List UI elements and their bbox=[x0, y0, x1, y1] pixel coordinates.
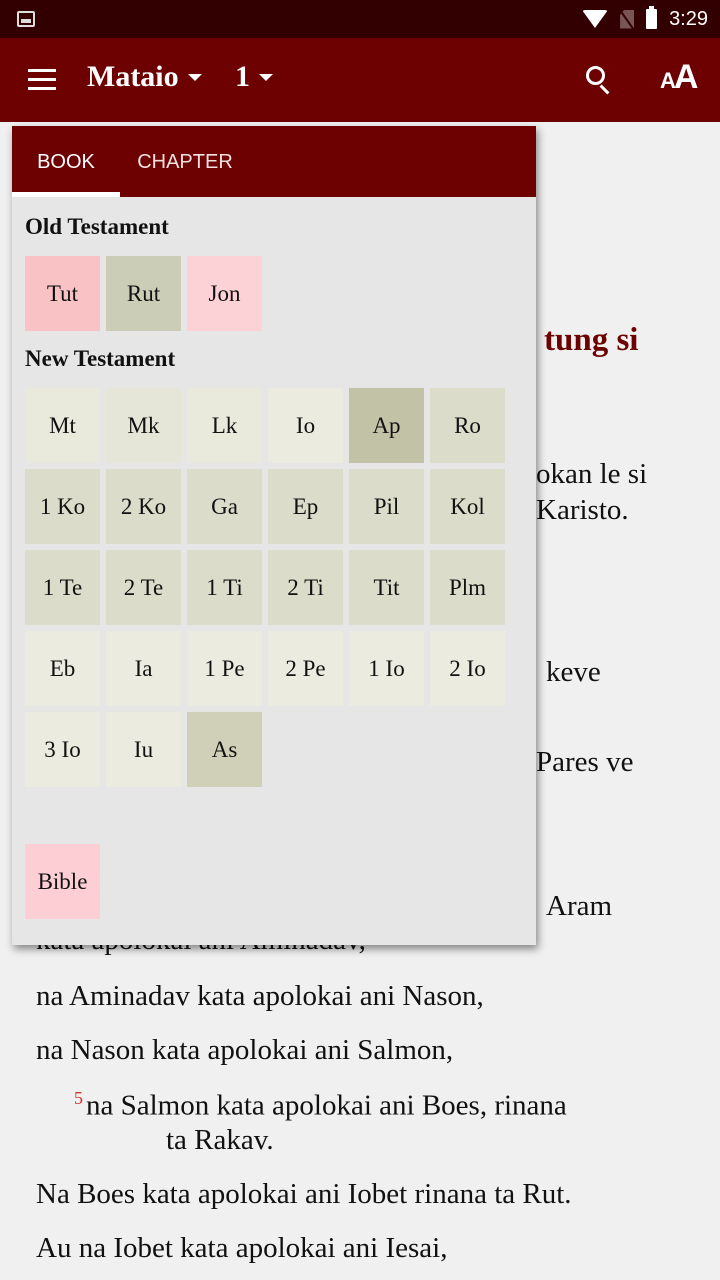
book-button-as[interactable]: As bbox=[187, 712, 262, 787]
text-fragment: Pares ve bbox=[536, 746, 634, 778]
new-testament-title: New Testament bbox=[25, 346, 176, 371]
book-button-mk[interactable]: Mk bbox=[106, 388, 181, 463]
book-button-2-pe[interactable]: 2 Pe bbox=[268, 631, 343, 706]
verse-5: 5 na Salmon kata apolokai ani Boes, rinan… bbox=[74, 1088, 567, 1122]
section-heading: tung si bbox=[544, 322, 639, 358]
clock: 3:29 bbox=[669, 7, 708, 30]
book-button-jon[interactable]: Jon bbox=[187, 256, 262, 331]
search-icon[interactable] bbox=[586, 66, 614, 95]
tab-chapter[interactable]: CHAPTER bbox=[120, 126, 250, 197]
book-button-pil[interactable]: Pil bbox=[349, 469, 424, 544]
book-button-ep[interactable]: Ep bbox=[268, 469, 343, 544]
book-button-ga[interactable]: Ga bbox=[187, 469, 262, 544]
text-fragment: okan le si bbox=[536, 458, 648, 490]
chapter-selector[interactable]: 1 bbox=[235, 60, 273, 94]
chapter-number: 1 bbox=[235, 60, 250, 93]
book-button-2-ti[interactable]: 2 Ti bbox=[268, 550, 343, 625]
book-button-io[interactable]: Io bbox=[268, 388, 343, 463]
text-line: Au na Iobet kata apolokai ani Iesai, bbox=[36, 1232, 448, 1264]
book-button-iu[interactable]: Iu bbox=[106, 712, 181, 787]
tab-bar: BOOK CHAPTER bbox=[12, 126, 536, 197]
book-button-ia[interactable]: Ia bbox=[106, 631, 181, 706]
caret-down-icon bbox=[259, 73, 273, 81]
book-button-1-ti[interactable]: 1 Ti bbox=[187, 550, 262, 625]
text-line: na Nason kata apolokai ani Salmon, bbox=[36, 1034, 454, 1066]
book-button-bible[interactable]: Bible bbox=[25, 844, 100, 919]
book-button-1-io[interactable]: 1 Io bbox=[349, 631, 424, 706]
status-bar: 3:29 bbox=[0, 0, 720, 38]
text-fragment: Karisto. bbox=[536, 494, 629, 526]
status-icons: 3:29 bbox=[582, 0, 708, 38]
text-size-icon[interactable]: AA bbox=[660, 58, 698, 97]
book-button-1-pe[interactable]: 1 Pe bbox=[187, 631, 262, 706]
book-button-rut[interactable]: Rut bbox=[106, 256, 181, 331]
book-button-eb[interactable]: Eb bbox=[25, 631, 100, 706]
book-chooser-popup: BOOK CHAPTER Old Testament New Testament… bbox=[12, 126, 536, 945]
book-button-2-ko[interactable]: 2 Ko bbox=[106, 469, 181, 544]
book-button-tut[interactable]: Tut bbox=[25, 256, 100, 331]
text-line: Na Boes kata apolokai ani Iobet rinana t… bbox=[36, 1178, 572, 1210]
book-name: Mataio bbox=[87, 60, 179, 93]
active-tab-indicator bbox=[12, 192, 120, 197]
no-sim-icon bbox=[620, 9, 635, 29]
book-button-ap[interactable]: Ap bbox=[349, 388, 424, 463]
book-button-1-ko[interactable]: 1 Ko bbox=[25, 469, 100, 544]
text-line: ta Rakav. bbox=[166, 1124, 274, 1156]
caret-down-icon bbox=[187, 73, 202, 81]
verse-number: 5 bbox=[74, 1088, 83, 1108]
old-testament-title: Old Testament bbox=[25, 214, 169, 239]
book-button-kol[interactable]: Kol bbox=[430, 469, 505, 544]
book-button-2-te[interactable]: 2 Te bbox=[106, 550, 181, 625]
image-notification-icon bbox=[17, 11, 35, 27]
book-button-2-io[interactable]: 2 Io bbox=[430, 631, 505, 706]
book-button-lk[interactable]: Lk bbox=[187, 388, 262, 463]
book-selector[interactable]: Mataio bbox=[87, 60, 202, 94]
text-line: na Aminadav kata apolokai ani Nason, bbox=[36, 980, 484, 1012]
book-button-plm[interactable]: Plm bbox=[430, 550, 505, 625]
battery-icon bbox=[646, 6, 658, 29]
book-button-3-io[interactable]: 3 Io bbox=[25, 712, 100, 787]
book-button-mt[interactable]: Mt bbox=[25, 388, 100, 463]
book-button-1-te[interactable]: 1 Te bbox=[25, 550, 100, 625]
text-fragment: keve bbox=[546, 656, 601, 688]
wifi-icon bbox=[582, 10, 609, 28]
app-bar: Mataio 1 AA bbox=[0, 38, 720, 122]
book-button-ro[interactable]: Ro bbox=[430, 388, 505, 463]
tab-book[interactable]: BOOK bbox=[12, 126, 120, 197]
text-fragment: Aram bbox=[546, 890, 613, 922]
book-button-tit[interactable]: Tit bbox=[349, 550, 424, 625]
menu-icon[interactable] bbox=[28, 69, 56, 91]
